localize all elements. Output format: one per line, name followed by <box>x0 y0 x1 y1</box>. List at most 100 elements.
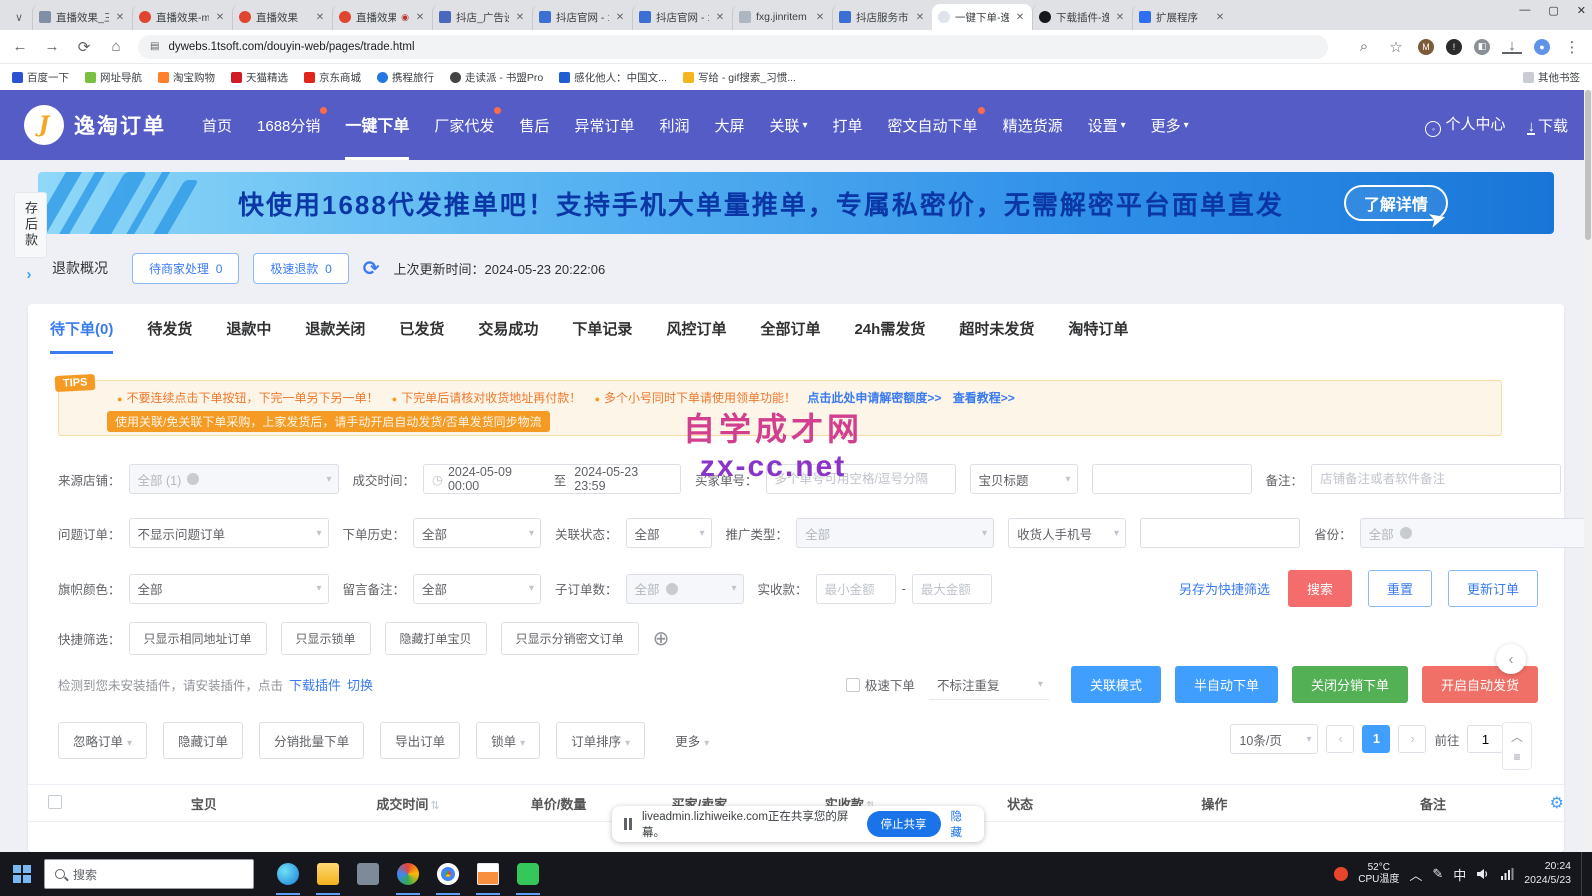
browser-tab-active[interactable]: 一键下单-逸 ✕ <box>932 4 1032 30</box>
same-address-filter-button[interactable]: 只显示相同地址订单 <box>129 622 267 655</box>
browser-tab[interactable]: 抖店官网 - 1 ✕ <box>632 4 732 30</box>
start-button[interactable] <box>0 852 44 896</box>
paid-min-input[interactable]: 最小金额 <box>816 574 896 604</box>
tab-24h-ship[interactable]: 24h需发货 <box>854 318 925 354</box>
taskbar-app-browser2[interactable] <box>388 852 428 896</box>
semi-auto-order-button[interactable]: 半自动下单 <box>1175 666 1278 703</box>
cpu-temp-widget[interactable]: 52°C CPU温度 <box>1358 862 1399 886</box>
bookmark-item[interactable]: 京东商城 <box>304 70 361 85</box>
home-icon[interactable]: ⌂ <box>106 38 126 55</box>
bookmark-item[interactable]: 携程旅行 <box>377 70 434 85</box>
hide-printed-filter-button[interactable]: 隐藏打单宝贝 <box>385 622 487 655</box>
bookmark-item[interactable]: 网址导航 <box>85 70 142 85</box>
bookmark-item[interactable]: 天猫精选 <box>231 70 288 85</box>
security-tray-icon[interactable] <box>1334 867 1348 881</box>
profile-avatar[interactable]: ● <box>1534 39 1550 55</box>
batch-order-button[interactable]: 分销批量下单 <box>259 722 364 759</box>
checkbox-icon[interactable] <box>846 678 860 692</box>
receiver-phone-select[interactable]: 收货人手机号▾ <box>1008 518 1126 548</box>
refresh-icon[interactable]: ⟳ <box>363 256 380 281</box>
tray-chevron-up-icon[interactable]: ︿ <box>1409 865 1422 884</box>
browser-tab[interactable]: 抖店服务市场 ✕ <box>832 4 932 30</box>
tab-close-icon[interactable]: ✕ <box>414 12 426 23</box>
nav-1688-distribution[interactable]: 1688分销 <box>257 90 320 160</box>
bookmark-item[interactable]: 淘宝购物 <box>158 70 215 85</box>
nav-relation[interactable]: 关联▾ <box>769 90 807 160</box>
remark-input[interactable] <box>1311 464 1561 494</box>
taskbar-app-docs[interactable] <box>468 852 508 896</box>
express-order-checkbox[interactable]: 极速下单 <box>846 675 915 694</box>
nav-abnormal-orders[interactable]: 异常订单 <box>574 90 634 160</box>
relation-mode-button[interactable]: 关联模式 <box>1071 666 1161 703</box>
bookmark-item[interactable]: 感化他人：中国文... <box>559 70 667 85</box>
nav-profit[interactable]: 利润 <box>659 90 689 160</box>
other-bookmarks[interactable]: 其他书签 <box>1523 70 1580 85</box>
close-distribution-button[interactable]: 关闭分销下单 <box>1292 666 1408 703</box>
tab-pending-order[interactable]: 待下单(0) <box>50 318 113 354</box>
tab-close-icon[interactable]: ✕ <box>614 12 626 23</box>
window-maximize-button[interactable]: ▢ <box>1548 4 1558 17</box>
nav-home[interactable]: 首页 <box>202 90 232 160</box>
nav-factory-dropship[interactable]: 厂家代发 <box>434 90 494 160</box>
taskbar-search-box[interactable]: 搜索 <box>44 859 254 889</box>
download-plugin-link[interactable]: 下载插件 <box>289 675 341 694</box>
taskbar-app-wechat[interactable] <box>508 852 548 896</box>
tab-close-icon[interactable]: ✕ <box>914 12 926 23</box>
page-number-current[interactable]: 1 <box>1362 725 1390 753</box>
promo-banner[interactable]: 快使用1688代发推单吧！支持手机大单量推单，专属私密价，无需解密平台面单直发 … <box>38 172 1554 234</box>
tab-close-icon[interactable]: ✕ <box>314 12 326 23</box>
forward-icon[interactable]: → <box>42 38 62 55</box>
browser-tab[interactable]: 直播效果-m ✕ <box>132 4 232 30</box>
window-minimize-button[interactable]: — <box>1519 4 1530 17</box>
browser-tab[interactable]: 抖店_广告设置 ✕ <box>432 4 532 30</box>
site-info-icon[interactable]: ▤ <box>150 41 160 52</box>
prev-page-button[interactable]: ‹ <box>1326 725 1354 753</box>
message-remark-select[interactable]: 全部▾ <box>413 574 541 604</box>
collapse-panel-button[interactable]: ‹ <box>1496 644 1526 674</box>
nav-more[interactable]: 更多▾ <box>1151 90 1189 160</box>
float-shortcut-widget[interactable]: ︿ ≡ <box>1502 722 1532 770</box>
next-page-button[interactable]: › <box>1398 725 1426 753</box>
province-select[interactable]: 全部 ▾ <box>1360 518 1592 548</box>
page-scrollbar[interactable] <box>1584 90 1592 852</box>
tab-overdue-ship[interactable]: 超时未发货 <box>959 318 1034 354</box>
lock-order-button[interactable]: 锁单▾ <box>476 722 540 759</box>
tab-to-ship[interactable]: 待发货 <box>147 318 192 354</box>
problem-order-select[interactable]: 不显示问题订单▾ <box>129 518 329 548</box>
tab-order-history[interactable]: 下单记录 <box>572 318 632 354</box>
tab-refund-closed[interactable]: 退款关闭 <box>305 318 365 354</box>
taskbar-clock[interactable]: 20:24 2024/5/23 <box>1524 860 1571 887</box>
nav-big-screen[interactable]: 大屏 <box>714 90 744 160</box>
browser-tab[interactable]: 扩展程序 ✕ <box>1132 4 1232 30</box>
item-title-select[interactable]: 宝贝标题 ▾ <box>970 464 1078 494</box>
address-bar[interactable]: ▤ dywebs.1tsoft.com/douyin-web/pages/tra… <box>138 35 1328 59</box>
extension-icon[interactable]: ! <box>1446 39 1462 55</box>
nav-selected-supply[interactable]: 精选货源 <box>1003 90 1063 160</box>
show-desktop-strip[interactable] <box>1581 852 1586 896</box>
download-icon[interactable]: ↓ <box>1502 39 1522 55</box>
dup-mark-select[interactable]: 不标注重复▾ <box>929 670 1049 700</box>
save-quick-filter-link[interactable]: 另存为快捷筛选 <box>1179 579 1270 598</box>
promo-type-select[interactable]: 全部▾ <box>796 518 994 548</box>
order-history-select[interactable]: 全部▾ <box>413 518 541 548</box>
reset-button[interactable]: 重置 <box>1368 570 1432 607</box>
export-order-button[interactable]: 导出订单 <box>380 722 460 759</box>
network-icon[interactable] <box>1500 868 1514 880</box>
list-icon[interactable]: ≡ <box>1513 750 1520 764</box>
nav-cipher-auto-order[interactable]: 密文自动下单 <box>888 90 978 160</box>
taskbar-app-edge[interactable] <box>268 852 308 896</box>
taskbar-app-chrome[interactable] <box>428 852 468 896</box>
app-logo[interactable]: J <box>24 105 64 145</box>
zoom-icon[interactable]: ⌕ <box>1354 38 1374 55</box>
more-actions-button[interactable]: 更多▾ <box>661 723 723 758</box>
buyer-order-input[interactable] <box>766 464 956 494</box>
auto-ship-button[interactable]: 开启自动发货 <box>1422 666 1538 703</box>
view-tutorial-link[interactable]: 查看教程>> <box>953 391 1015 405</box>
pen-icon[interactable]: ✎ <box>1432 866 1443 882</box>
hide-order-button[interactable]: 隐藏订单 <box>163 722 243 759</box>
bookmark-item[interactable]: 写给 - gif搜索_习惯... <box>683 70 796 85</box>
tab-close-icon[interactable]: ✕ <box>1114 12 1126 23</box>
window-close-button[interactable]: ✕ <box>1577 4 1586 17</box>
hide-share-bar-link[interactable]: 隐藏 <box>951 808 973 840</box>
bookmark-item[interactable]: 走读派 - 书盟Pro <box>450 70 543 85</box>
